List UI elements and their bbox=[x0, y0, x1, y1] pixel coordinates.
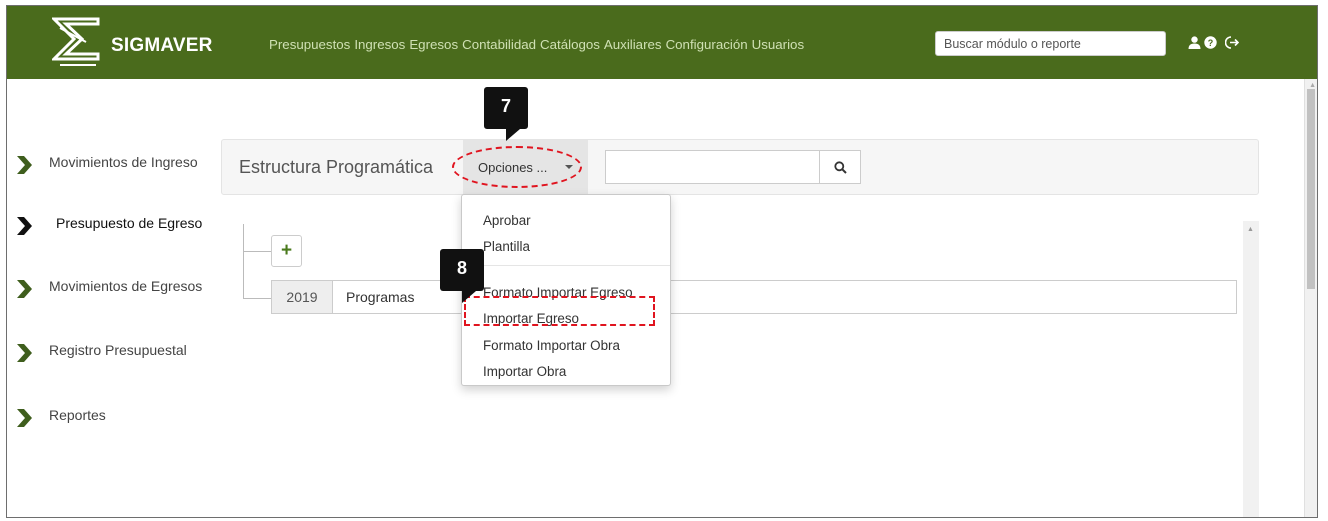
node-label: Programas bbox=[346, 289, 415, 305]
menu-item-importar-obra[interactable]: Importar Obra bbox=[483, 364, 566, 379]
nav-item-catalogos[interactable]: Catálogos bbox=[540, 37, 600, 52]
sidebar-item-label: Movimientos de Egresos bbox=[49, 278, 203, 294]
app-window: SIGMAVER Presupuestos Ingresos Egresos C… bbox=[6, 5, 1318, 518]
tree-connector bbox=[243, 298, 271, 299]
node-year: 2019 bbox=[272, 281, 333, 313]
sidebar-item-label: Presupuesto de Egreso bbox=[56, 215, 203, 231]
brand-name[interactable]: SIGMAVER bbox=[111, 35, 213, 57]
sidebar-item-label: Registro Presupuestal bbox=[49, 342, 187, 358]
tree-connector bbox=[243, 224, 244, 299]
search-button[interactable] bbox=[819, 150, 861, 184]
top-navbar: SIGMAVER Presupuestos Ingresos Egresos C… bbox=[7, 6, 1317, 79]
sidebar-item-label: Movimientos de Ingreso bbox=[49, 154, 198, 170]
page-scrollbar-thumb[interactable] bbox=[1307, 89, 1315, 289]
nav-item-usuarios[interactable]: Usuarios bbox=[752, 37, 804, 52]
annotation-highlight-options bbox=[452, 146, 582, 188]
menu-divider bbox=[462, 265, 670, 266]
nav-item-contabilidad[interactable]: Contabilidad bbox=[462, 37, 536, 52]
chevron-right-icon bbox=[17, 217, 32, 235]
chevron-right-icon bbox=[17, 344, 32, 362]
scroll-up-arrow-icon[interactable]: ▲ bbox=[1309, 82, 1316, 89]
chevron-right-icon bbox=[17, 156, 32, 174]
structure-toolbar: Estructura Programática Opciones ... bbox=[221, 139, 1259, 195]
content-scrollbar[interactable]: ▲ bbox=[1243, 221, 1259, 517]
options-dropdown-menu: Aprobar Plantilla Formato Importar Egres… bbox=[461, 194, 671, 386]
annotation-highlight-importar-egreso bbox=[464, 296, 655, 326]
chevron-right-icon bbox=[17, 409, 32, 427]
menu-item-plantilla[interactable]: Plantilla bbox=[483, 239, 530, 254]
help-icon[interactable]: ? bbox=[1204, 36, 1217, 54]
sidebar-item-movimientos-egresos[interactable]: Movimientos de Egresos bbox=[15, 278, 211, 299]
logout-icon[interactable] bbox=[1224, 36, 1240, 54]
structure-search-input[interactable] bbox=[605, 150, 819, 184]
step-badge-8: 8 bbox=[440, 249, 484, 303]
nav-item-ingresos[interactable]: Ingresos bbox=[354, 37, 405, 52]
main-nav: Presupuestos Ingresos Egresos Contabilid… bbox=[269, 37, 804, 52]
sidebar-item-registro-presupuestal[interactable]: Registro Presupuestal bbox=[15, 342, 211, 363]
nav-item-egresos[interactable]: Egresos bbox=[409, 37, 458, 52]
chevron-right-icon bbox=[17, 280, 32, 298]
top-icons: ? bbox=[1188, 36, 1240, 54]
step-badge-7: 7 bbox=[484, 87, 528, 141]
sigmaver-logo-icon[interactable] bbox=[52, 15, 100, 69]
nav-item-presupuestos[interactable]: Presupuestos bbox=[269, 37, 350, 52]
search-icon bbox=[834, 161, 847, 174]
sidebar-item-presupuesto-egreso[interactable]: Presupuesto de Egreso bbox=[15, 215, 205, 236]
sidebar-item-reportes[interactable]: Reportes bbox=[15, 407, 211, 428]
tree-node-row[interactable]: 2019 Programas bbox=[271, 280, 1237, 314]
page-scrollbar[interactable]: ▲ bbox=[1304, 79, 1317, 517]
nav-item-configuracion[interactable]: Configuración bbox=[666, 37, 748, 52]
tree-connector bbox=[243, 251, 271, 252]
sidebar-item-label: Reportes bbox=[49, 407, 106, 423]
sidebar-item-movimientos-ingreso[interactable]: Movimientos de Ingreso bbox=[15, 154, 211, 175]
nav-item-auxiliares[interactable]: Auxiliares bbox=[604, 37, 662, 52]
scroll-up-arrow-icon[interactable]: ▲ bbox=[1247, 226, 1254, 233]
svg-text:?: ? bbox=[1208, 38, 1214, 48]
user-icon[interactable] bbox=[1188, 36, 1201, 54]
menu-item-aprobar[interactable]: Aprobar bbox=[483, 213, 531, 228]
menu-item-formato-importar-obra[interactable]: Formato Importar Obra bbox=[483, 338, 620, 353]
page-title: Estructura Programática bbox=[239, 157, 434, 177]
module-search-input[interactable] bbox=[935, 31, 1166, 56]
add-node-button[interactable]: + bbox=[271, 235, 302, 267]
plus-icon: + bbox=[280, 240, 293, 261]
